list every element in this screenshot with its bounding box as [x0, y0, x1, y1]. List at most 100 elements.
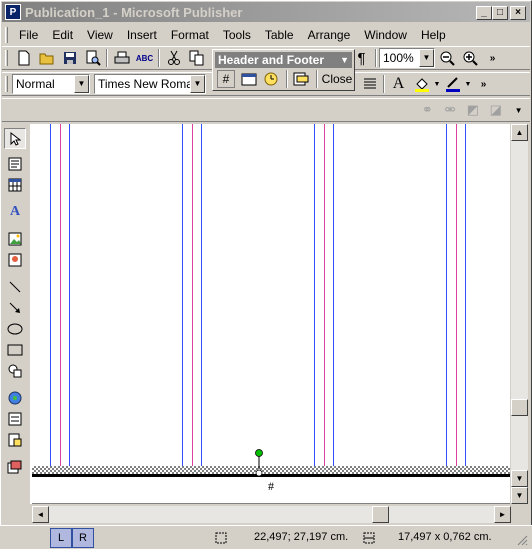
status-bar: L R 22,497; 27,197 cm. 17,497 x 0,762 cm…: [0, 525, 532, 549]
window-title: Publication_1 - Microsoft Publisher: [25, 4, 243, 20]
toolbar-separator: [158, 49, 160, 67]
insert-page-number-icon[interactable]: #: [217, 70, 235, 88]
zoom-value: 100%: [383, 51, 414, 65]
menu-window[interactable]: Window: [357, 26, 414, 44]
save-icon[interactable]: [58, 47, 81, 69]
html-fragment-icon[interactable]: [4, 429, 26, 450]
autoshapes-icon[interactable]: [4, 360, 26, 381]
toolbar-options-icon[interactable]: »: [481, 47, 504, 69]
header-footer-title-bar[interactable]: Header and Footer ▼: [215, 52, 352, 68]
style-dropdown[interactable]: Normal ▼: [12, 74, 90, 94]
scroll-right-button[interactable]: ►: [494, 506, 511, 523]
toolbar-grip[interactable]: [5, 76, 8, 92]
chevron-down-icon[interactable]: ▼: [74, 75, 89, 93]
chevron-down-icon[interactable]: ▼: [340, 52, 349, 68]
size-icon: [362, 531, 376, 548]
toolbar-options-icon[interactable]: »: [472, 73, 495, 95]
zoom-in-icon[interactable]: [458, 47, 481, 69]
next-frame-icon[interactable]: ◪: [484, 99, 507, 121]
unlink-icon[interactable]: ⚮: [439, 99, 462, 121]
scroll-left-button[interactable]: ◄: [32, 506, 49, 523]
grow-font-icon[interactable]: A: [387, 73, 410, 95]
menu-view[interactable]: View: [80, 26, 120, 44]
print-icon[interactable]: [110, 47, 133, 69]
show-header-footer-icon[interactable]: [291, 70, 311, 88]
close-button[interactable]: ×: [510, 6, 526, 20]
chevron-down-icon[interactable]: ▼: [419, 49, 434, 67]
close-header-footer-button[interactable]: Close: [321, 70, 353, 88]
oval-tool-icon[interactable]: [4, 318, 26, 339]
header-footer-toolbar[interactable]: Header and Footer ▼ # Close: [212, 49, 355, 91]
chevron-down-icon[interactable]: ▼: [433, 73, 441, 95]
menu-format[interactable]: Format: [164, 26, 216, 44]
menu-arrange[interactable]: Arrange: [301, 26, 358, 44]
link-icon[interactable]: ⚭: [416, 99, 439, 121]
resize-grip-icon[interactable]: [516, 534, 528, 546]
vertical-scrollbar[interactable]: ▲ ▼ ▼: [511, 124, 528, 504]
publisher-icon[interactable]: P: [5, 4, 21, 20]
zoom-dropdown[interactable]: 100% ▼: [379, 48, 435, 68]
scroll-down-button-2[interactable]: ▼: [511, 487, 528, 504]
horizontal-scrollbar[interactable]: ◄ ►: [32, 506, 511, 523]
previous-frame-icon[interactable]: ◩: [462, 99, 485, 121]
toolbar-separator: [375, 49, 377, 67]
horizontal-scroll-thumb[interactable]: [372, 506, 389, 523]
design-gallery-icon[interactable]: [4, 456, 26, 477]
text-box-icon[interactable]: [4, 153, 26, 174]
footer-page-number[interactable]: #: [32, 479, 510, 494]
header-footer-title: Header and Footer: [218, 53, 325, 67]
insert-date-icon[interactable]: [239, 70, 259, 88]
objects-toolbox: A: [4, 128, 28, 503]
open-icon[interactable]: [35, 47, 58, 69]
wordart-icon[interactable]: A: [4, 201, 26, 222]
menu-table[interactable]: Table: [258, 26, 301, 44]
style-value: Normal: [16, 77, 55, 91]
picture-frame-icon[interactable]: [4, 228, 26, 249]
hotspot-icon[interactable]: [4, 387, 26, 408]
justify-icon[interactable]: [358, 73, 381, 95]
clip-art-icon[interactable]: [4, 249, 26, 270]
maximize-button[interactable]: □: [492, 6, 508, 20]
scroll-down-button[interactable]: ▼: [511, 470, 528, 487]
menu-file[interactable]: File: [12, 26, 45, 44]
form-control-icon[interactable]: [4, 408, 26, 429]
spelling-icon[interactable]: ABC: [133, 47, 156, 69]
new-icon[interactable]: [12, 47, 35, 69]
print-preview-icon[interactable]: [81, 47, 104, 69]
font-value: Times New Roman: [98, 77, 200, 91]
copy-icon[interactable]: [185, 47, 208, 69]
font-dropdown[interactable]: Times New Roman ▼: [94, 74, 206, 94]
scroll-up-button[interactable]: ▲: [511, 124, 528, 141]
title-bar[interactable]: P Publication_1 - Microsoft Publisher _ …: [2, 2, 530, 22]
insert-table-icon[interactable]: [4, 174, 26, 195]
menu-tools[interactable]: Tools: [216, 26, 258, 44]
chevron-down-icon[interactable]: ▼: [464, 73, 472, 95]
rectangle-tool-icon[interactable]: [4, 339, 26, 360]
menu-grip[interactable]: [5, 26, 8, 43]
status-size: 17,497 x 0,762 cm.: [398, 531, 492, 543]
page-navigator: L R: [50, 528, 94, 548]
menu-edit[interactable]: Edit: [45, 26, 80, 44]
minimize-button[interactable]: _: [476, 6, 492, 20]
zoom-out-icon[interactable]: [435, 47, 458, 69]
menu-help[interactable]: Help: [414, 26, 453, 44]
page-tab-right[interactable]: R: [72, 528, 94, 548]
layout-guides: [32, 124, 510, 504]
position-icon: [214, 531, 228, 548]
publication-page[interactable]: #: [32, 124, 510, 504]
line-tool-icon[interactable]: [4, 276, 26, 297]
toolbar-separator: [316, 70, 318, 88]
insert-time-icon[interactable]: [261, 70, 281, 88]
chevron-down-icon[interactable]: ▼: [190, 75, 205, 93]
line-color-icon[interactable]: [441, 73, 464, 95]
cut-icon[interactable]: [162, 47, 185, 69]
toolbar-separator: [106, 49, 108, 67]
menu-insert[interactable]: Insert: [120, 26, 164, 44]
toolbar-options-icon[interactable]: ▼: [507, 99, 530, 121]
fill-color-icon[interactable]: [410, 73, 433, 95]
toolbar-grip[interactable]: [5, 50, 8, 66]
select-pointer-icon[interactable]: [4, 128, 26, 149]
vertical-scroll-thumb[interactable]: [511, 399, 528, 416]
page-tab-left[interactable]: L: [50, 528, 72, 548]
arrow-tool-icon[interactable]: [4, 297, 26, 318]
